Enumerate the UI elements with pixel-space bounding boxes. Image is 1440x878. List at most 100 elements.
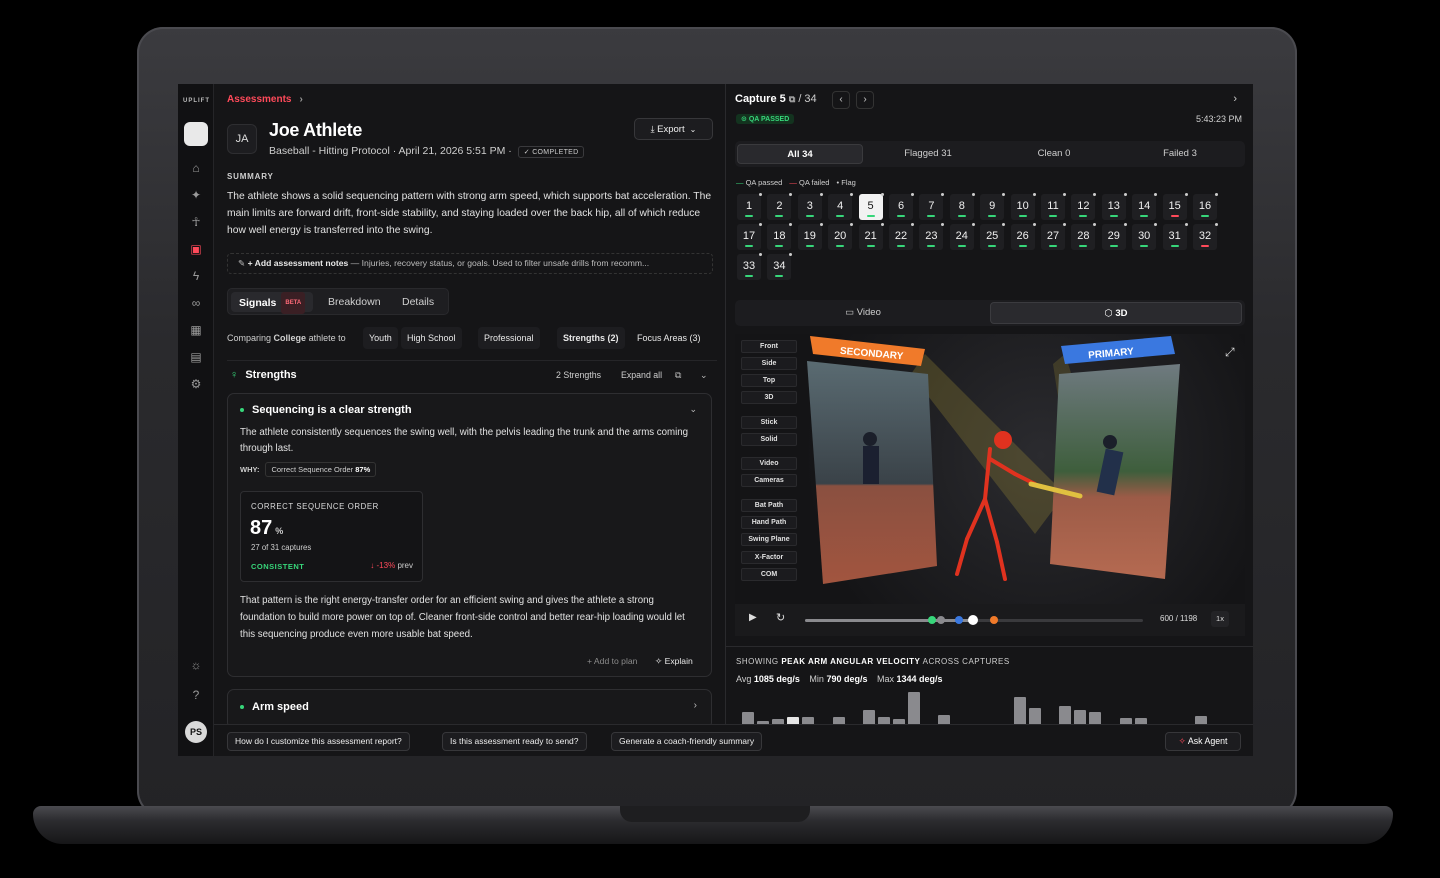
capture-cell[interactable]: 21: [858, 223, 884, 250]
breadcrumb[interactable]: Assessments ›: [227, 94, 303, 105]
strengths-header[interactable]: ♀ Strengths 2 Strengths Expand all ⧉ ⌄: [227, 360, 717, 388]
chevron-down-icon[interactable]: ⌄: [700, 361, 708, 389]
org-logo[interactable]: [184, 122, 208, 146]
timeline-marker[interactable]: [937, 616, 945, 624]
capture-cell[interactable]: 13: [1101, 193, 1127, 220]
capture-cell[interactable]: 17: [737, 223, 762, 250]
breadcrumb-assessments[interactable]: Assessments: [227, 94, 291, 105]
capture-cell[interactable]: 15: [1162, 193, 1188, 220]
capture-cell[interactable]: 22: [889, 223, 914, 250]
card-title[interactable]: Sequencing is a clear strength: [240, 404, 412, 416]
collapse-panel-icon[interactable]: ›: [1233, 93, 1237, 105]
capture-cell[interactable]: 32: [1193, 223, 1218, 250]
link-icon[interactable]: ∞: [188, 295, 204, 311]
strength-card-arm-speed[interactable]: Arm speed ›: [227, 689, 712, 724]
capture-cell[interactable]: 26: [1010, 223, 1036, 250]
capture-cell[interactable]: 30: [1132, 223, 1158, 250]
capture-cell[interactable]: 23: [919, 223, 945, 250]
expand-icon[interactable]: ⤢: [1224, 345, 1235, 359]
add-notes-field[interactable]: ✎ + Add assessment notes — Injuries, rec…: [227, 253, 713, 274]
tab-breakdown[interactable]: Breakdown: [328, 292, 381, 312]
chevron-up-icon[interactable]: ⌄: [689, 404, 697, 415]
tab-details[interactable]: Details: [402, 292, 434, 312]
capture-cell[interactable]: 19: [797, 223, 823, 250]
timeline-marker[interactable]: [990, 616, 998, 624]
capture-cell[interactable]: 2: [767, 193, 793, 220]
capture-cell[interactable]: 14: [1132, 193, 1158, 220]
capture-cell[interactable]: 16: [1193, 193, 1218, 220]
compare-chip-youth[interactable]: Youth: [363, 327, 398, 349]
sun-icon[interactable]: ☼: [188, 657, 204, 673]
metric-bar[interactable]: [1013, 696, 1026, 726]
timeline-track[interactable]: [805, 615, 1143, 625]
view-option[interactable]: 3D: [741, 391, 797, 404]
compare-chip-professional[interactable]: Professional: [478, 327, 540, 349]
view-option[interactable]: Front: [741, 340, 797, 353]
replay-icon[interactable]: ↻: [776, 611, 785, 624]
timeline-marker[interactable]: [955, 616, 963, 624]
strengths-filter[interactable]: Strengths (2): [557, 327, 625, 349]
compare-chip-highschool[interactable]: High School: [401, 327, 462, 349]
user-avatar[interactable]: PS: [185, 721, 207, 743]
capture-cell[interactable]: 6: [889, 193, 914, 220]
view-option[interactable]: Bat Path: [741, 499, 797, 512]
view-option[interactable]: Solid: [741, 433, 797, 446]
sparkle-icon[interactable]: ✦: [188, 187, 204, 203]
copy-icon[interactable]: ⧉: [675, 361, 681, 389]
external-link-icon[interactable]: ⧉: [789, 94, 795, 104]
view-option[interactable]: Side: [741, 357, 797, 370]
explain-button[interactable]: ✧ Explain: [655, 656, 693, 667]
view-option[interactable]: Cameras: [741, 474, 797, 487]
capture-cell[interactable]: 33: [737, 253, 762, 280]
play-icon[interactable]: ▶: [749, 612, 757, 623]
playback-speed[interactable]: 1x: [1211, 611, 1229, 627]
prev-capture-button[interactable]: ‹: [832, 91, 850, 109]
athlete-icon[interactable]: ☥: [188, 214, 204, 230]
capture-cell[interactable]: 12: [1071, 193, 1097, 220]
capture-cell[interactable]: 11: [1041, 193, 1066, 220]
view-option[interactable]: Top: [741, 374, 797, 387]
capture-cell[interactable]: 1: [737, 193, 762, 220]
tab-video[interactable]: ▭ Video: [737, 302, 989, 324]
capture-cell[interactable]: 9: [980, 193, 1006, 220]
capture-cell[interactable]: 7: [919, 193, 945, 220]
next-capture-button[interactable]: ›: [856, 91, 874, 109]
view-option[interactable]: Video: [741, 457, 797, 470]
why-chip[interactable]: Correct Sequence Order 87%: [265, 462, 377, 477]
suggestion-chip-customize[interactable]: How do I customize this assessment repor…: [227, 732, 410, 751]
capture-cell[interactable]: 20: [828, 223, 854, 250]
chevron-right-icon[interactable]: ›: [694, 700, 697, 711]
filter-clean[interactable]: Clean 0: [991, 144, 1117, 164]
timeline-scrubber[interactable]: [968, 615, 978, 625]
grid-icon[interactable]: ▦: [188, 322, 204, 338]
capture-cell[interactable]: 34: [767, 253, 793, 280]
suggestion-chip-summary[interactable]: Generate a coach-friendly summary: [611, 732, 763, 751]
metric-bar[interactable]: [1059, 705, 1072, 726]
filter-flagged[interactable]: Flagged 31: [865, 144, 991, 164]
capture-cell[interactable]: 31: [1162, 223, 1188, 250]
view-option[interactable]: COM: [741, 568, 797, 581]
view-option[interactable]: X-Factor: [741, 551, 797, 564]
capture-cell[interactable]: 4: [828, 193, 854, 220]
assessment-icon[interactable]: ▣: [188, 241, 204, 257]
focus-areas-filter[interactable]: Focus Areas (3): [631, 327, 707, 349]
capture-cell[interactable]: 28: [1071, 223, 1097, 250]
capture-cell[interactable]: 8: [949, 193, 975, 220]
suggestion-chip-ready[interactable]: Is this assessment ready to send?: [442, 732, 587, 751]
tab-signals[interactable]: Signals BETA: [231, 292, 314, 314]
filter-failed[interactable]: Failed 3: [1117, 144, 1243, 164]
metric-bar[interactable]: [908, 692, 921, 726]
view-option[interactable]: Stick: [741, 416, 797, 429]
expand-all-button[interactable]: Expand all: [621, 361, 662, 389]
capture-cell[interactable]: 27: [1041, 223, 1066, 250]
help-icon[interactable]: ?: [188, 687, 204, 703]
tab-3d[interactable]: ⬡ 3D: [990, 302, 1242, 324]
bolt-icon[interactable]: ϟ: [188, 268, 204, 284]
3d-viewer[interactable]: SECONDARY PRIMARY ⤢ Front Side Top 3D Stick S…: [735, 334, 1245, 604]
capture-cell[interactable]: 29: [1101, 223, 1127, 250]
document-icon[interactable]: ▤: [188, 349, 204, 365]
capture-cell[interactable]: 24: [949, 223, 975, 250]
capture-cell[interactable]: 3: [797, 193, 823, 220]
capture-cell[interactable]: 10: [1010, 193, 1036, 220]
export-button[interactable]: ⤓ Export ⌄: [634, 118, 713, 140]
